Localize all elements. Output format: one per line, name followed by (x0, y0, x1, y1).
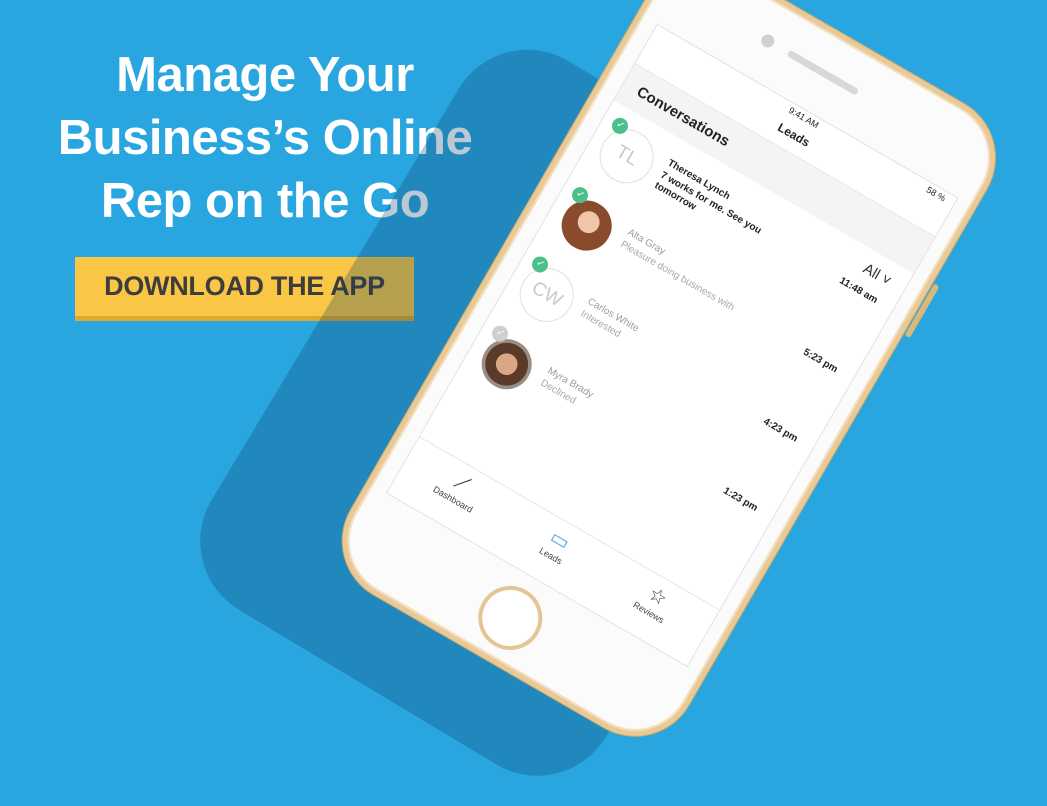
message-time: 11:48 am (837, 275, 880, 307)
message-time: 5:23 pm (801, 346, 840, 376)
tab-dashboard[interactable]: ⟋ Dashboard (416, 453, 503, 524)
avatar: TL (589, 119, 664, 194)
avatar (549, 188, 624, 263)
headline-line-1: Manage Your (116, 48, 414, 102)
message-time: 1:23 pm (721, 485, 760, 514)
avatar (469, 327, 544, 402)
tab-leads[interactable]: ▭ Leads (514, 509, 601, 580)
message-time: 4:23 pm (761, 416, 800, 445)
avatar: CW (509, 258, 584, 332)
tab-reviews[interactable]: ☆ Reviews (611, 566, 698, 637)
